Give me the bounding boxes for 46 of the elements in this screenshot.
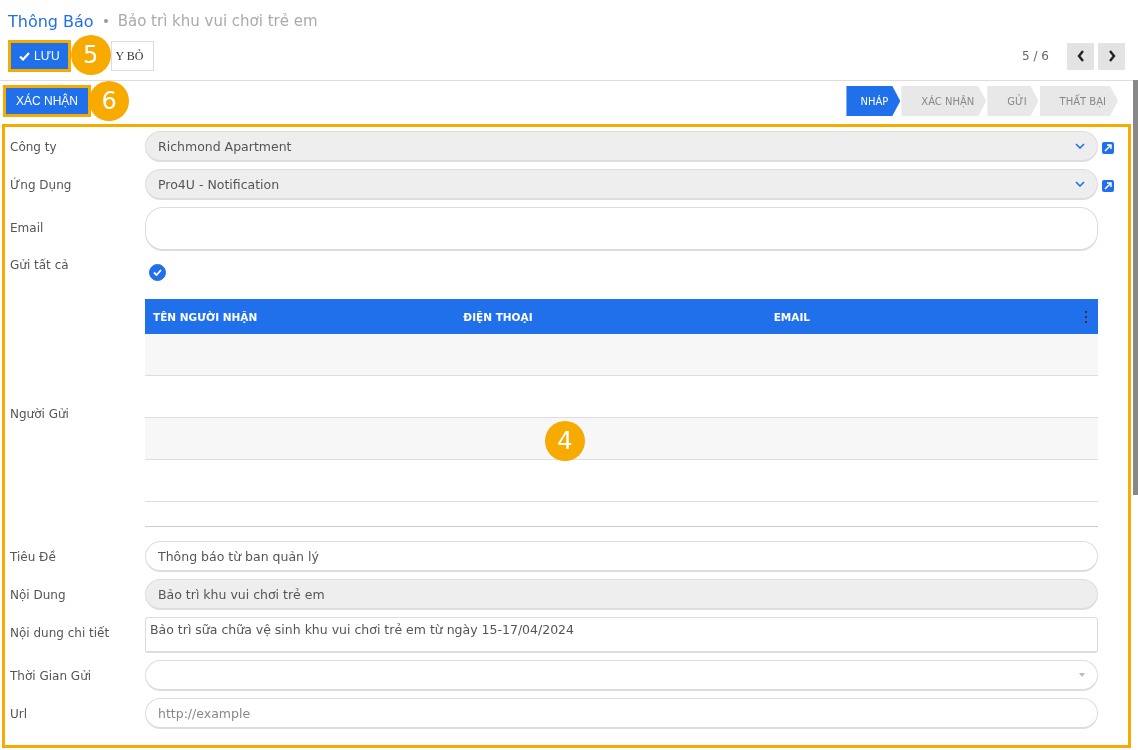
column-header[interactable]: ĐIỆN THOẠI xyxy=(463,310,774,323)
breadcrumb-separator xyxy=(103,19,108,23)
field-label: Nội dung chi tiết xyxy=(10,625,111,640)
next-button[interactable] xyxy=(1098,42,1125,70)
column-header[interactable]: TÊN NGƯỜI NHẬN xyxy=(153,310,464,323)
dropdown-chevron-icon[interactable] xyxy=(1075,143,1085,149)
external-link-icon[interactable] xyxy=(1102,142,1114,154)
select-field[interactable]: Richmond Apartment xyxy=(145,131,1098,162)
page-title: Bảo trì khu vui chơi trẻ em xyxy=(117,12,318,30)
breadcrumb-link[interactable]: Thông Báo xyxy=(8,11,94,31)
input-field[interactable] xyxy=(145,207,1098,251)
status-stage[interactable]: XÁC NHẬN xyxy=(901,86,987,116)
status-stage[interactable]: GỬI xyxy=(987,86,1039,116)
field-label: Người Gửi xyxy=(10,407,70,421)
previous-button[interactable] xyxy=(1067,42,1094,70)
dropdown-chevron-icon[interactable] xyxy=(1075,181,1085,187)
field-label: Ứng Dụng xyxy=(10,176,73,192)
chevron-left-icon xyxy=(1076,50,1085,62)
status-stage[interactable]: THẤT BẠI xyxy=(1039,86,1118,116)
select-field[interactable]: Pro4U - Notification xyxy=(145,169,1098,200)
check-icon xyxy=(153,269,162,276)
field-label: Tiêu Đề xyxy=(10,549,57,564)
field-label: Email xyxy=(10,220,45,235)
save-button[interactable]: LƯU xyxy=(8,40,71,72)
step-callout: 6 xyxy=(89,81,129,121)
step-callout: 5 xyxy=(70,35,111,75)
input-field[interactable]: Bảo trì khu vui chơi trẻ em xyxy=(145,579,1098,610)
input-field[interactable]: http://example xyxy=(145,698,1098,729)
textarea-field[interactable]: Bảo trì sữa chữa vệ sinh khu vui chơi trẻ em từ ngày 15-17/04/2024 xyxy=(145,617,1098,653)
discard-button[interactable]: Y BỎ xyxy=(110,41,155,71)
datetime-field[interactable] xyxy=(145,660,1098,691)
checkbox[interactable] xyxy=(149,264,166,281)
pager-counter: 5 / 6 xyxy=(1022,49,1049,63)
external-link-icon[interactable] xyxy=(1102,180,1114,192)
chevron-right-icon xyxy=(1107,50,1116,62)
confirm-button[interactable]: XÁC NHẬN xyxy=(3,85,91,117)
field-label: Url xyxy=(10,706,29,721)
field-label: Nội Dung xyxy=(10,587,67,602)
field-label: Gửi tất cả xyxy=(10,258,70,272)
status-stage[interactable]: NHÁP xyxy=(846,86,901,116)
field-label: Thời Gian Gửi xyxy=(10,668,93,683)
column-header[interactable]: EMAIL xyxy=(773,310,1084,323)
column-options-icon[interactable] xyxy=(1084,310,1088,323)
field-label: Công ty xyxy=(10,139,58,154)
input-field[interactable]: Thông báo từ ban quản lý xyxy=(145,541,1098,572)
check-icon xyxy=(19,51,30,61)
